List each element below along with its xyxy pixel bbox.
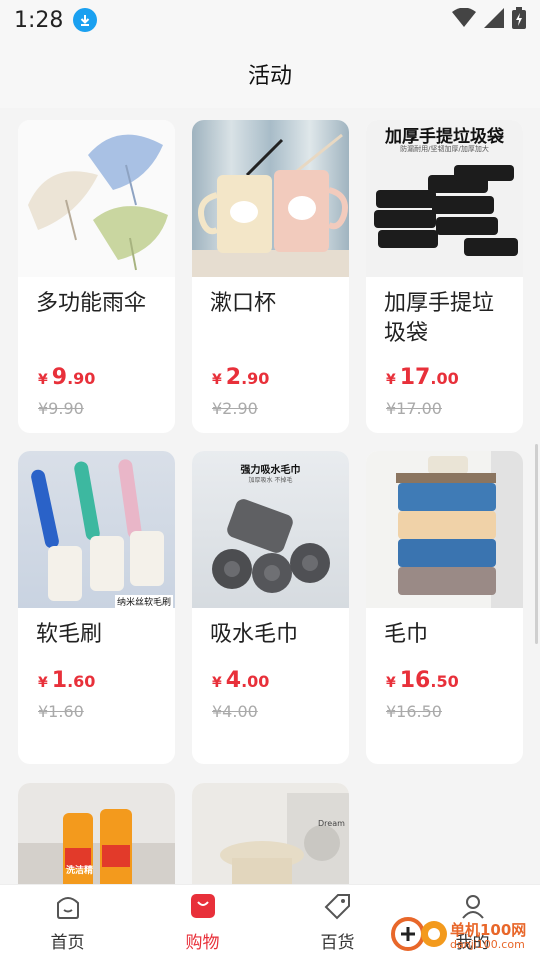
image-caption: 纳米丝软毛刷 — [114, 595, 173, 608]
product-original-price: ¥16.50 — [386, 702, 442, 721]
product-price: ¥4.00 — [212, 668, 270, 693]
status-bar: 1:28 — [0, 0, 540, 40]
product-price: ¥9.90 — [38, 365, 96, 390]
product-original-price: ¥1.60 — [38, 702, 84, 721]
product-grid: 多功能雨伞 ¥9.90 ¥9.90 漱口杯 ¥2.90 ¥2.90 加厚手提垃圾… — [0, 108, 540, 884]
nav-label: 首页 — [50, 933, 85, 953]
page-title: 活动 — [247, 64, 292, 89]
product-price: ¥17.00 — [386, 365, 459, 390]
scrollbar[interactable] — [535, 444, 538, 644]
nav-label: 百货 — [320, 933, 355, 953]
product-price: ¥2.90 — [212, 365, 270, 390]
product-image-trash-bags: 加厚手提垃圾袋 防漏耐用/坚韧加厚/加厚加大 — [366, 120, 523, 277]
signal-icon — [484, 8, 504, 32]
product-card[interactable]: 强力吸水毛巾 加厚吸水 不掉毛 吸水毛巾 ¥4.00 ¥4.00 — [192, 451, 349, 764]
product-original-price: ¥9.90 — [38, 399, 84, 418]
nav-home[interactable]: 首页 — [0, 885, 135, 960]
watermark: 单机100网 danji100.com — [390, 912, 540, 960]
product-price: ¥16.50 — [386, 668, 459, 693]
product-name: 软毛刷 — [36, 622, 103, 647]
status-time: 1:28 — [14, 7, 64, 33]
product-name: 多功能雨伞 — [36, 291, 147, 316]
product-card[interactable]: Dream — [192, 783, 349, 884]
product-original-price: ¥17.00 — [386, 399, 442, 418]
product-name: 吸水毛巾 — [210, 622, 299, 647]
product-image-umbrella — [18, 120, 175, 277]
product-name: 毛巾 — [384, 622, 429, 647]
image-label: Dream — [318, 819, 345, 828]
battery-icon — [512, 7, 526, 33]
tag-icon — [324, 892, 352, 924]
watermark-text: 单机100网 — [450, 920, 527, 939]
product-card[interactable]: 漱口杯 ¥2.90 ¥2.90 — [192, 120, 349, 433]
product-card[interactable]: 毛巾 ¥16.50 ¥16.50 — [366, 451, 523, 764]
product-image-cups — [192, 120, 349, 277]
product-image-towels — [366, 451, 523, 608]
nav-label: 购物 — [185, 933, 220, 953]
product-original-price: ¥2.90 — [212, 399, 258, 418]
page-header: 活动 — [0, 40, 540, 108]
product-card[interactable]: 洗洁精 — [18, 783, 175, 884]
product-image-absorbent-towels: 强力吸水毛巾 加厚吸水 不掉毛 — [192, 451, 349, 608]
product-price: ¥1.60 — [38, 668, 96, 693]
wifi-icon — [452, 7, 476, 32]
product-image-brushes: 纳米丝软毛刷 — [18, 451, 175, 608]
nav-goods[interactable]: 百货 — [270, 885, 405, 960]
product-card[interactable]: 多功能雨伞 ¥9.90 ¥9.90 — [18, 120, 175, 433]
product-name: 加厚手提垃圾袋 — [384, 291, 495, 346]
home-icon — [54, 892, 82, 924]
image-label: 洗洁精 — [66, 866, 94, 876]
product-card[interactable]: 纳米丝软毛刷 软毛刷 ¥1.60 ¥1.60 — [18, 451, 175, 764]
watermark-subtext: danji100.com — [450, 937, 525, 951]
shopping-bag-icon — [189, 892, 217, 924]
nav-shopping[interactable]: 购物 — [135, 885, 270, 960]
download-icon — [73, 8, 98, 32]
product-image-dish-soap: 洗洁精 — [18, 783, 175, 884]
watermark-logo-icon — [390, 914, 450, 958]
product-card[interactable]: 加厚手提垃圾袋 防漏耐用/坚韧加厚/加厚加大 加厚手提垃圾袋 ¥17.00 ¥1… — [366, 120, 523, 433]
product-original-price: ¥4.00 — [212, 702, 258, 721]
product-image-stool: Dream — [192, 783, 349, 884]
product-name: 漱口杯 — [210, 291, 277, 316]
